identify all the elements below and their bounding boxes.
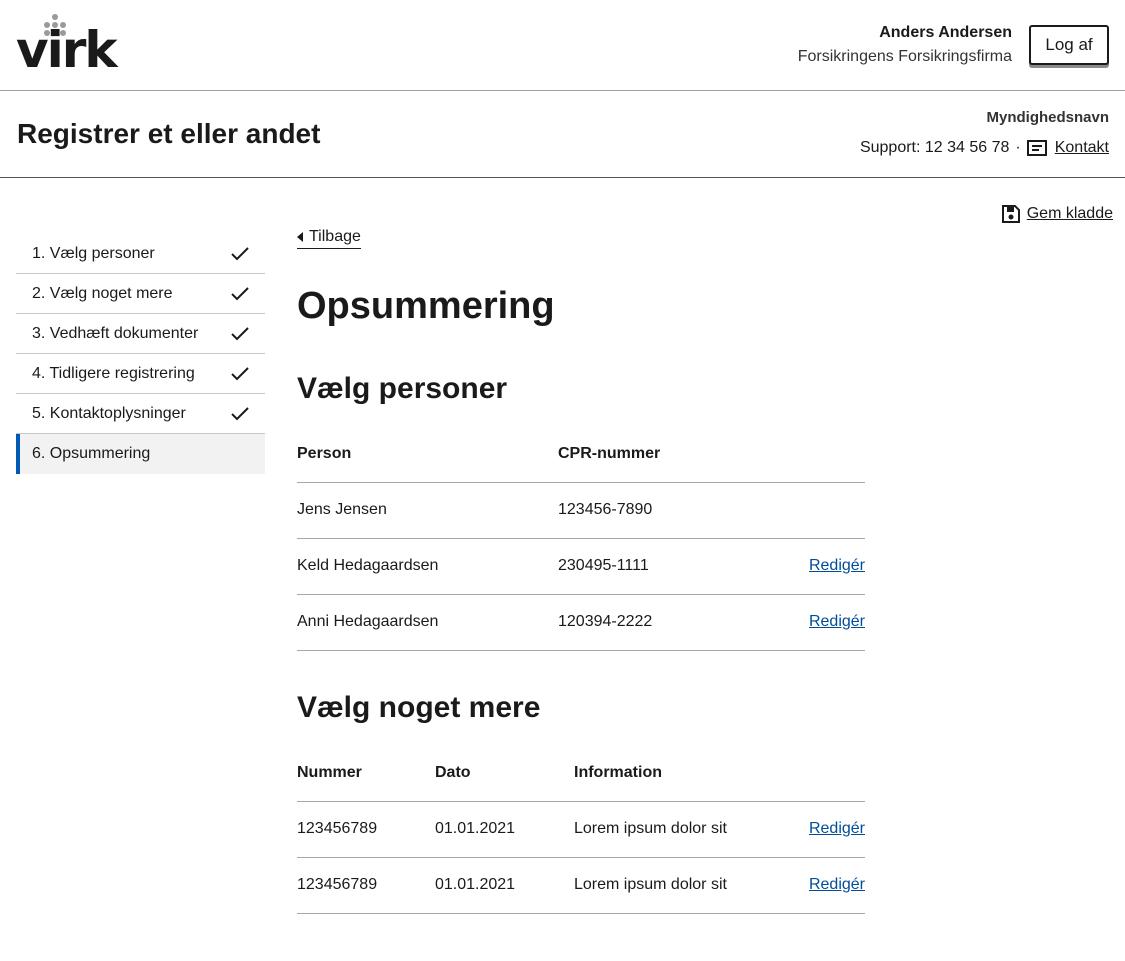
more-section-title: Vælg noget mere bbox=[297, 691, 541, 724]
column-header: Person bbox=[297, 426, 558, 483]
column-header: CPR-nummer bbox=[558, 426, 765, 483]
separator: · bbox=[1015, 139, 1021, 156]
authority-name: Myndighedsnavn bbox=[986, 109, 1109, 126]
cpr-cell: 123456-7890 bbox=[558, 482, 765, 539]
column-header: Dato bbox=[435, 745, 574, 802]
summary-title: Opsummering bbox=[297, 285, 555, 327]
user-info: Anders Andersen Forsikringens Forsikring… bbox=[798, 22, 1012, 69]
edit-cell bbox=[765, 482, 865, 539]
edit-link[interactable]: Redigér bbox=[809, 876, 865, 893]
edit-link[interactable]: Redigér bbox=[809, 613, 865, 630]
check-icon bbox=[231, 366, 249, 380]
number-cell: 123456789 bbox=[297, 857, 435, 914]
contact-link[interactable]: Kontakt bbox=[1055, 139, 1109, 157]
step-item-3[interactable]: 3. Vedhæft dokumenter bbox=[16, 314, 265, 354]
check-icon bbox=[231, 286, 249, 300]
check-icon bbox=[231, 406, 249, 420]
back-link[interactable]: Tilbage bbox=[297, 228, 361, 249]
person-cell: Jens Jensen bbox=[297, 482, 558, 539]
step-label: 1. Vælg personer bbox=[32, 244, 155, 262]
number-cell: 123456789 bbox=[297, 801, 435, 858]
step-navigation: 1. Vælg personer 2. Vælg noget mere 3. V… bbox=[16, 234, 265, 474]
sub-header: Registrer et eller andet Myndighedsnavn … bbox=[0, 91, 1125, 178]
support-line: Support: 12 34 56 78 · Kontakt bbox=[860, 139, 1109, 157]
column-header: Nummer bbox=[297, 745, 435, 802]
cpr-cell: 230495-1111 bbox=[558, 538, 765, 595]
column-header: Information bbox=[574, 745, 765, 802]
persons-section-title: Vælg personer bbox=[297, 372, 508, 405]
company-name: Forsikringens Forsikringsfirma bbox=[797, 48, 1012, 65]
portal-header: virk Anders Andersen Forsikringens Forsi… bbox=[0, 0, 1125, 91]
back-label: Tilbage bbox=[309, 228, 361, 245]
table-row: 123456789 01.01.2021 Lorem ipsum dolor s… bbox=[297, 857, 865, 914]
virk-logo[interactable]: virk bbox=[16, 14, 118, 79]
table-row: Keld Hedagaardsen 230495-1111 Redigér bbox=[297, 538, 865, 595]
support-phone: Support: 12 34 56 78 bbox=[859, 139, 1010, 156]
step-item-4[interactable]: 4. Tidligere registrering bbox=[16, 354, 265, 394]
page-heading: Registrer et eller andet bbox=[17, 118, 321, 149]
check-icon bbox=[231, 246, 249, 260]
caret-left-icon bbox=[297, 232, 303, 242]
table-row: 123456789 01.01.2021 Lorem ipsum dolor s… bbox=[297, 801, 865, 858]
table-row: Anni Hedagaardsen 120394-2222 Redigér bbox=[297, 594, 865, 651]
step-label: 4. Tidligere registrering bbox=[32, 364, 195, 382]
edit-link[interactable]: Redigér bbox=[809, 820, 865, 837]
step-label: 6. Opsummering bbox=[32, 445, 151, 462]
message-icon bbox=[1026, 140, 1047, 156]
logo-text: virk bbox=[16, 21, 118, 79]
save-draft-button[interactable]: Gem kladde bbox=[1001, 204, 1113, 224]
user-name: Anders Andersen bbox=[879, 24, 1012, 41]
step-item-5[interactable]: 5. Kontaktoplysninger bbox=[16, 394, 265, 434]
column-header bbox=[765, 426, 865, 483]
info-cell: Lorem ipsum dolor sit bbox=[574, 801, 765, 858]
more-table: Nummer Dato Information 123456789 01.01.… bbox=[297, 745, 865, 914]
step-label: 2. Vælg noget mere bbox=[32, 284, 173, 302]
step-label: 3. Vedhæft dokumenter bbox=[32, 324, 199, 342]
info-cell: Lorem ipsum dolor sit bbox=[574, 857, 765, 914]
table-header-row: Nummer Dato Information bbox=[297, 745, 865, 802]
step-item-6[interactable]: 6. Opsummering bbox=[16, 434, 265, 474]
table-header-row: Person CPR-nummer bbox=[297, 426, 865, 483]
save-icon bbox=[1001, 205, 1020, 223]
step-item-1[interactable]: 1. Vælg personer bbox=[16, 234, 265, 274]
logout-button[interactable]: Log af bbox=[1029, 25, 1109, 65]
step-item-2[interactable]: 2. Vælg noget mere bbox=[16, 274, 265, 314]
cpr-cell: 120394-2222 bbox=[558, 594, 765, 651]
person-cell: Anni Hedagaardsen bbox=[297, 594, 558, 651]
table-row: Jens Jensen 123456-7890 bbox=[297, 482, 865, 539]
edit-link[interactable]: Redigér bbox=[809, 557, 865, 574]
date-cell: 01.01.2021 bbox=[435, 801, 574, 858]
save-draft-label: Gem kladde bbox=[1026, 205, 1113, 222]
check-icon bbox=[231, 326, 249, 340]
step-label: 5. Kontaktoplysninger bbox=[32, 404, 186, 422]
persons-table: Person CPR-nummer Jens Jensen 123456-789… bbox=[297, 426, 865, 651]
person-cell: Keld Hedagaardsen bbox=[297, 538, 558, 595]
column-header bbox=[765, 745, 865, 802]
date-cell: 01.01.2021 bbox=[435, 857, 574, 914]
